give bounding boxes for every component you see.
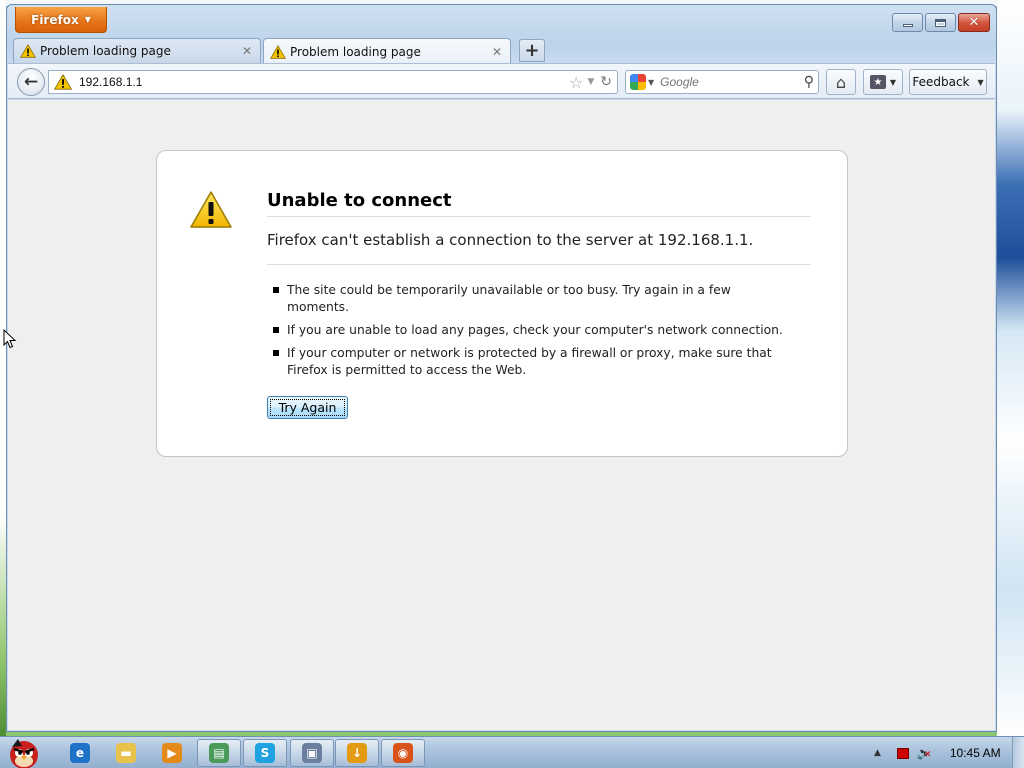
feedback-button[interactable]: Feedback ▼ bbox=[909, 69, 987, 95]
tab-title: Problem loading page bbox=[40, 44, 171, 58]
warning-icon bbox=[53, 74, 73, 90]
list-item: If you are unable to load any pages, che… bbox=[273, 322, 793, 339]
list-item: If your computer or network is protected… bbox=[273, 345, 793, 379]
app-icon: ▤ bbox=[209, 743, 229, 763]
start-button-icon[interactable] bbox=[2, 737, 46, 768]
error-title: Unable to connect bbox=[267, 190, 811, 217]
file-explorer-icon: ▬ bbox=[116, 743, 136, 763]
download-icon: ↓ bbox=[347, 743, 367, 763]
minimize-icon bbox=[902, 24, 913, 27]
error-container: Unable to connect Firefox can't establis… bbox=[156, 150, 848, 457]
show-desktop-button[interactable] bbox=[1012, 737, 1024, 768]
action-center-flag-icon[interactable] bbox=[896, 747, 909, 759]
history-dropdown-icon[interactable]: ▼ bbox=[587, 77, 594, 87]
url-bar[interactable]: 192.168.1.1 ☆ ▼ ↻ bbox=[48, 70, 618, 94]
tab-bar: Problem loading page ✕ Problem loading p… bbox=[13, 38, 993, 64]
tab-title: Problem loading page bbox=[290, 44, 421, 59]
bookmarks-menu-button[interactable]: ★ ▼ bbox=[863, 69, 903, 95]
warning-icon bbox=[270, 44, 286, 59]
media-player-icon: ▶ bbox=[162, 743, 182, 763]
desktop-background-right bbox=[997, 0, 1024, 736]
search-icon[interactable]: ⚲ bbox=[804, 74, 814, 90]
mouse-cursor-icon bbox=[3, 329, 17, 349]
new-tab-button[interactable]: + bbox=[519, 39, 545, 62]
taskbar-app[interactable]: ▤ bbox=[197, 739, 241, 767]
skype-icon: S bbox=[255, 743, 275, 763]
close-window-button[interactable]: ✕ bbox=[958, 13, 990, 32]
warning-icon bbox=[190, 191, 232, 228]
google-icon bbox=[630, 74, 646, 90]
minimize-button[interactable] bbox=[892, 13, 923, 32]
taskbar-skype[interactable]: S bbox=[243, 739, 287, 767]
home-icon: ⌂ bbox=[835, 72, 847, 92]
volume-muted-icon[interactable]: 🔈 ✕ bbox=[917, 746, 932, 760]
tab-problem-loading-1[interactable]: Problem loading page ✕ bbox=[13, 38, 261, 63]
feedback-label: Feedback bbox=[912, 75, 970, 89]
show-hidden-icons-icon[interactable]: ▲ bbox=[874, 748, 881, 758]
system-tray: ▲ 🔈 ✕ 10:45 AM bbox=[864, 737, 1024, 768]
taskbar-downloader[interactable]: ↓ bbox=[335, 739, 379, 767]
taskbar-firefox[interactable]: ◉ bbox=[381, 739, 425, 767]
window-controls: ✕ bbox=[892, 13, 990, 32]
chevron-down-icon: ▼ bbox=[889, 77, 897, 87]
firefox-menu-button[interactable]: Firefox ▼ bbox=[15, 7, 107, 33]
error-suggestions: The site could be temporarily unavailabl… bbox=[273, 282, 793, 385]
try-again-button[interactable]: Try Again bbox=[267, 396, 348, 419]
back-button[interactable]: ← bbox=[17, 68, 45, 96]
chevron-down-icon: ▼ bbox=[84, 15, 91, 24]
network-app-icon: ▣ bbox=[302, 743, 322, 763]
taskbar-network-app[interactable]: ▣ bbox=[290, 739, 334, 767]
taskbar-file-explorer[interactable]: ▬ bbox=[104, 739, 148, 767]
taskbar: e ▬ ▶ ▤ S ▣ ↓ ◉ ▲ 🔈 ✕ 10:45 AM bbox=[0, 736, 1024, 768]
close-icon: ✕ bbox=[968, 15, 980, 30]
navigation-toolbar: ← 192.168.1.1 ☆ ▼ ↻ ▼ ⚲ ⌂ ★ ▼ Feedback ▼ bbox=[8, 63, 995, 99]
bookmark-star-icon[interactable]: ☆ bbox=[569, 73, 583, 92]
restore-icon bbox=[935, 18, 946, 27]
error-description: Firefox can't establish a connection to … bbox=[267, 231, 811, 265]
chevron-down-icon: ▼ bbox=[648, 77, 655, 87]
page-content: Unable to connect Firefox can't establis… bbox=[8, 100, 995, 730]
tab-problem-loading-2[interactable]: Problem loading page ✕ bbox=[263, 38, 511, 64]
firefox-icon: ◉ bbox=[393, 743, 413, 763]
taskbar-media-player[interactable]: ▶ bbox=[150, 739, 194, 767]
home-button[interactable]: ⌂ bbox=[826, 69, 856, 95]
warning-icon bbox=[20, 44, 36, 58]
firefox-menu-label: Firefox bbox=[31, 12, 79, 27]
restore-button[interactable] bbox=[925, 13, 956, 32]
taskbar-internet-explorer[interactable]: e bbox=[58, 739, 102, 767]
bookmarks-icon: ★ bbox=[869, 75, 886, 89]
search-bar: ▼ ⚲ bbox=[625, 70, 819, 94]
clock[interactable]: 10:45 AM bbox=[950, 746, 1001, 760]
search-engine-selector[interactable]: ▼ bbox=[630, 74, 654, 90]
reload-icon[interactable]: ↻ bbox=[600, 74, 612, 90]
arrow-left-icon: ← bbox=[23, 72, 39, 92]
internet-explorer-icon: e bbox=[70, 743, 90, 763]
close-icon[interactable]: ✕ bbox=[490, 45, 504, 59]
firefox-window: Firefox ▼ ✕ Problem loading page ✕ Probl… bbox=[6, 4, 997, 732]
search-input[interactable] bbox=[660, 75, 804, 89]
close-icon[interactable]: ✕ bbox=[240, 44, 254, 58]
url-text[interactable]: 192.168.1.1 bbox=[79, 75, 569, 89]
list-item: The site could be temporarily unavailabl… bbox=[273, 282, 793, 316]
chevron-down-icon: ▼ bbox=[977, 77, 984, 87]
